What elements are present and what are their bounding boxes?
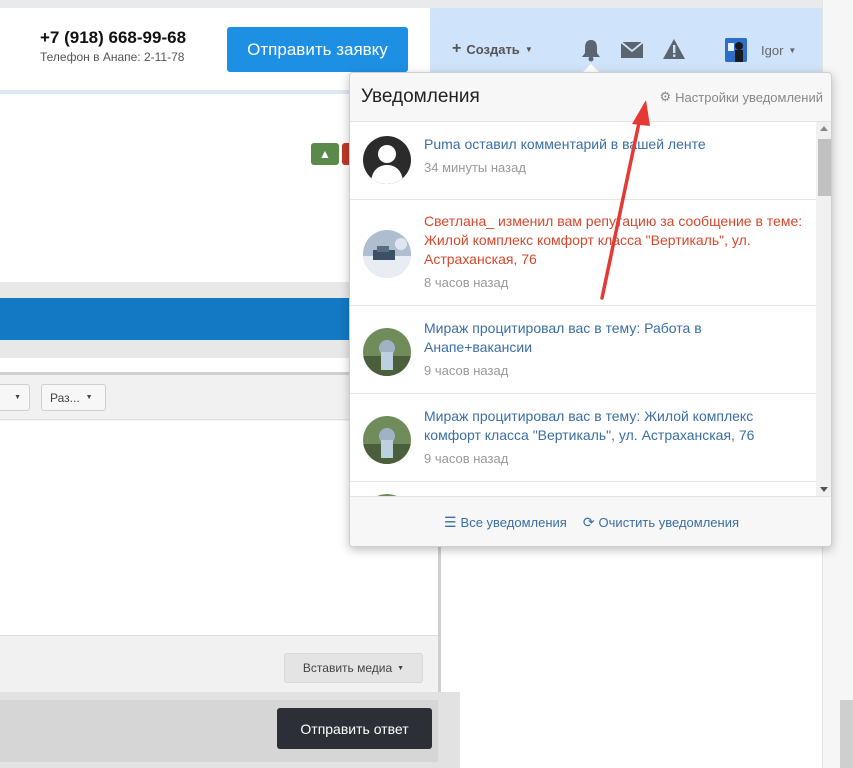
- plus-icon: +: [452, 40, 462, 57]
- caret-down-icon: ▼: [397, 664, 405, 672]
- notifications-scrollbar[interactable]: [816, 122, 831, 496]
- caret-down-icon: ▼: [524, 44, 533, 54]
- bell-icon[interactable]: [580, 38, 602, 62]
- caret-down-icon: ▼: [85, 394, 93, 401]
- notification-settings-link[interactable]: ⚙ Настройки уведомлений: [660, 89, 824, 105]
- phone-number[interactable]: +7 (918) 668-99-68: [40, 28, 186, 48]
- notification-time: 8 часов назад: [424, 275, 509, 290]
- vote-up-button[interactable]: ▲: [311, 143, 339, 165]
- notifications-header: Уведомления ⚙ Настройки уведомлений: [350, 73, 831, 122]
- caret-down-icon: ▼: [788, 46, 797, 55]
- notification-settings-label: Настройки уведомлений: [675, 89, 823, 105]
- all-notifications-link[interactable]: ☰ Все уведомления: [444, 514, 567, 531]
- user-name-label: Igor: [761, 43, 784, 58]
- arrow-up-icon: ▲: [319, 147, 331, 161]
- avatar: [363, 230, 411, 278]
- avatar: [363, 328, 411, 376]
- notification-text[interactable]: Мираж процитировал вас в тему: Жилой ком…: [424, 407, 809, 445]
- phone-subtitle: Телефон в Анапе: 2-11-78: [40, 50, 185, 64]
- user-avatar[interactable]: [725, 38, 747, 62]
- caret-down-icon: ▼: [14, 394, 21, 401]
- page-scrollbar-thumb[interactable]: [840, 700, 853, 768]
- notification-item[interactable]: Мираж процитировал вас в тему: Жилой ком…: [350, 394, 816, 482]
- send-request-button[interactable]: Отправить заявку: [227, 27, 408, 72]
- notification-item[interactable]: [350, 482, 816, 496]
- browser-top-strip: [0, 0, 853, 8]
- list-icon: ☰: [443, 514, 457, 530]
- insert-media-label: Вставить медиа: [302, 661, 393, 675]
- mail-icon[interactable]: [620, 41, 644, 59]
- notification-item[interactable]: Puma оставил комментарий в вашей ленте 3…: [350, 122, 816, 200]
- notification-item[interactable]: Светлана_ изменил вам репутацию за сообщ…: [350, 200, 816, 306]
- size-label: Раз...: [50, 390, 80, 405]
- insert-media-button[interactable]: Вставить медиа ▼: [284, 653, 423, 683]
- toolbar-dropdown[interactable]: ▼: [0, 384, 30, 411]
- avatar: [363, 136, 411, 184]
- submit-reply-button[interactable]: Отправить ответ: [277, 708, 432, 749]
- gear-icon: ⚙: [659, 89, 672, 104]
- warning-icon[interactable]: [662, 38, 686, 60]
- notification-time: 9 часов назад: [424, 451, 509, 466]
- notifications-title: Уведомления: [361, 86, 480, 107]
- user-menu[interactable]: Igor ▼: [761, 43, 796, 58]
- notifications-popup: Уведомления ⚙ Настройки уведомлений Puma…: [349, 72, 832, 547]
- create-label: Создать: [466, 41, 520, 57]
- refresh-icon: ⟳: [582, 514, 595, 530]
- scroll-up-icon[interactable]: [820, 126, 828, 131]
- notification-text[interactable]: Мираж процитировал вас в тему: Работа в …: [424, 319, 809, 357]
- notification-time: 34 минуты назад: [424, 160, 526, 175]
- clear-notifications-link[interactable]: ⟳ Очистить уведомления: [583, 514, 739, 531]
- create-button[interactable]: + Создать ▼: [452, 40, 533, 58]
- scroll-down-icon[interactable]: [820, 487, 828, 492]
- clear-notifications-label: Очистить уведомления: [598, 515, 740, 530]
- notifications-list: Puma оставил комментарий в вашей ленте 3…: [350, 122, 816, 496]
- notifications-footer: ☰ Все уведомления ⟳ Очистить уведомления: [350, 496, 831, 546]
- notification-text[interactable]: Светлана_ изменил вам репутацию за сообщ…: [424, 212, 809, 269]
- notification-time: 9 часов назад: [424, 363, 509, 378]
- toolbar-size-dropdown[interactable]: Раз... ▼: [41, 384, 106, 411]
- all-notifications-label: Все уведомления: [460, 515, 567, 530]
- notification-item[interactable]: Мираж процитировал вас в тему: Работа в …: [350, 306, 816, 394]
- scrollbar-thumb[interactable]: [818, 139, 831, 196]
- avatar: [363, 416, 411, 464]
- notification-text[interactable]: Puma оставил комментарий в вашей ленте: [424, 135, 809, 154]
